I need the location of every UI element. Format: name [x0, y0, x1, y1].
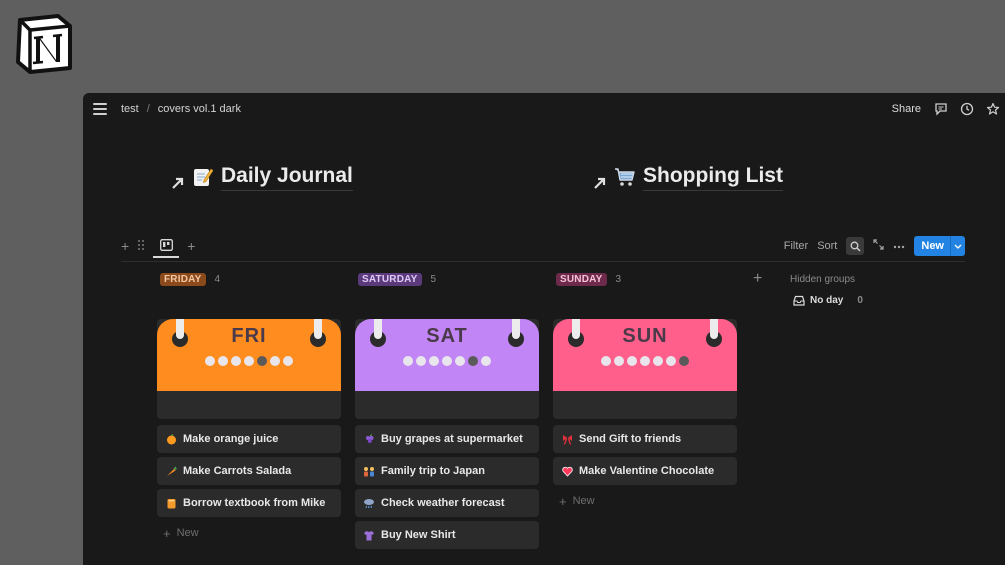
heading-shopping-list: Shopping List — [643, 164, 783, 191]
card-item[interactable]: Check weather forecast — [355, 489, 539, 517]
week-dots — [553, 356, 737, 366]
filter-button[interactable]: Filter — [784, 240, 808, 252]
cart-icon — [614, 166, 636, 188]
card-title: Make orange juice — [183, 433, 279, 445]
calendar-cover-card[interactable]: SUN — [553, 319, 737, 419]
card-item[interactable]: Make orange juice — [157, 425, 341, 453]
grapes-icon — [363, 433, 375, 445]
group-badge[interactable]: SUNDAY — [556, 272, 607, 286]
star-icon[interactable] — [985, 101, 1001, 117]
calendar-cover-card[interactable]: SAT — [355, 319, 539, 419]
plus-icon: + — [559, 493, 567, 509]
group-badge[interactable]: FRIDAY — [160, 272, 206, 286]
card-item[interactable]: Family trip to Japan — [355, 457, 539, 485]
board-column-sunday: SUNDAY 3 SUN Send Gift to friends Make V… — [553, 271, 737, 513]
share-button[interactable]: Share — [892, 103, 921, 115]
ribbon-icon — [561, 433, 573, 445]
inbox-icon — [793, 295, 805, 306]
search-icon[interactable] — [846, 237, 865, 255]
orange-icon — [165, 433, 177, 445]
daily-journal-link[interactable]: Daily Journal — [170, 163, 353, 191]
card-item[interactable]: Send Gift to friends — [553, 425, 737, 453]
hidden-group-label: No day — [810, 295, 844, 306]
shirt-icon — [363, 529, 375, 541]
more-icon[interactable] — [893, 240, 905, 252]
hidden-group-count: 0 — [857, 295, 863, 306]
group-count: 3 — [615, 273, 622, 285]
card-item[interactable]: Borrow textbook from Mike — [157, 489, 341, 517]
card-item[interactable]: Buy grapes at supermarket — [355, 425, 539, 453]
view-toolbar: + + Filter Sort New — [121, 234, 965, 262]
add-new-card[interactable]: + New — [157, 521, 341, 545]
heart-icon — [561, 465, 573, 477]
link-arrow-icon — [592, 175, 608, 191]
memo-icon — [192, 166, 214, 188]
card-title: Family trip to Japan — [381, 465, 485, 477]
group-badge[interactable]: SATURDAY — [358, 272, 422, 286]
top-bar: test / covers vol.1 dark Share — [83, 93, 1005, 125]
calendar-cover-card[interactable]: FRI — [157, 319, 341, 419]
breadcrumb-page[interactable]: covers vol.1 dark — [158, 103, 241, 115]
board-column-friday: FRIDAY 4 FRI Make orange juice Make Carr… — [157, 271, 341, 545]
plus-icon: + — [163, 525, 171, 541]
carrot-icon — [165, 465, 177, 477]
add-view-icon[interactable]: + — [187, 238, 195, 254]
calendar-cover: SAT — [355, 319, 539, 391]
add-group-icon[interactable]: + — [753, 270, 762, 288]
card-title: Make Carrots Salada — [183, 465, 292, 477]
card-item[interactable]: Make Valentine Chocolate — [553, 457, 737, 485]
board-view-tab[interactable] — [153, 234, 180, 258]
notion-logo — [14, 12, 74, 74]
card-title: Send Gift to friends — [579, 433, 682, 445]
week-dots — [355, 356, 539, 366]
card-title: Buy New Shirt — [381, 529, 456, 541]
hidden-groups-title: Hidden groups — [790, 273, 856, 285]
shopping-list-link[interactable]: Shopping List — [592, 163, 783, 191]
notion-window: test / covers vol.1 dark Share Daily Jou… — [83, 93, 1005, 565]
new-button[interactable]: New — [914, 236, 965, 256]
group-count: 5 — [430, 273, 437, 285]
chevron-down-icon[interactable] — [950, 236, 965, 256]
add-new-label: New — [176, 527, 199, 539]
card-title: Borrow textbook from Mike — [183, 497, 326, 509]
card-item[interactable]: Make Carrots Salada — [157, 457, 341, 485]
add-block-icon[interactable]: + — [121, 238, 129, 254]
link-arrow-icon — [170, 175, 186, 191]
card-title: Make Valentine Chocolate — [579, 465, 715, 477]
hidden-group-no-day[interactable]: No day 0 — [790, 295, 863, 306]
drag-handle-icon[interactable] — [137, 238, 145, 254]
week-dots — [157, 356, 341, 366]
rain-cloud-icon — [363, 497, 375, 509]
new-button-label[interactable]: New — [914, 236, 950, 256]
hidden-groups: Hidden groups No day 0 — [790, 271, 863, 307]
group-count: 4 — [214, 273, 221, 285]
card-item[interactable]: Buy New Shirt — [355, 521, 539, 549]
menu-icon[interactable] — [93, 103, 107, 115]
family-icon — [363, 465, 375, 477]
clock-icon[interactable] — [959, 101, 975, 117]
calendar-cover: SUN — [553, 319, 737, 391]
expand-icon[interactable] — [873, 239, 884, 253]
book-icon — [165, 497, 177, 509]
sort-button[interactable]: Sort — [817, 240, 837, 252]
card-title: Buy grapes at supermarket — [381, 433, 523, 445]
breadcrumb-separator: / — [146, 103, 150, 115]
add-new-card[interactable]: + New — [553, 489, 737, 513]
add-new-label: New — [572, 495, 595, 507]
card-title: Check weather forecast — [381, 497, 505, 509]
heading-daily-journal: Daily Journal — [221, 164, 353, 191]
comment-icon[interactable] — [933, 101, 949, 117]
breadcrumb-root[interactable]: test — [121, 103, 139, 115]
calendar-cover: FRI — [157, 319, 341, 391]
board-column-saturday: SATURDAY 5 SAT Buy grapes at supermarket… — [355, 271, 539, 553]
